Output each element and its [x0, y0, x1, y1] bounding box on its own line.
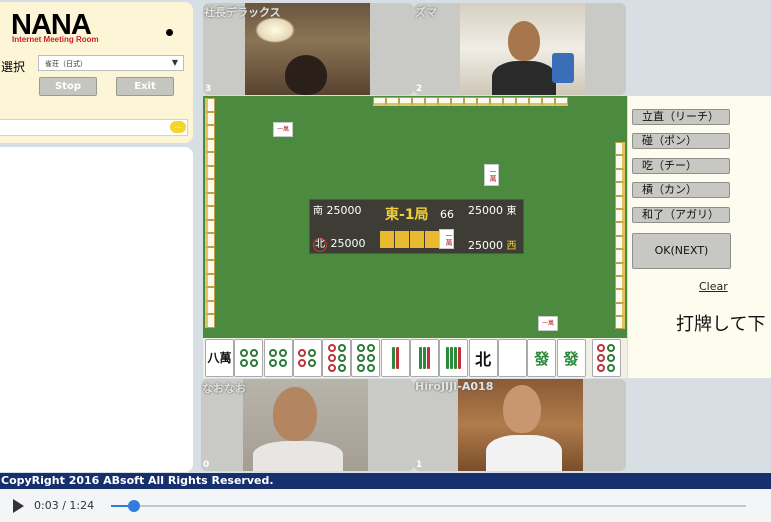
hand-tile[interactable]: 北	[468, 339, 498, 377]
wind-label: 西	[506, 241, 517, 252]
status-dot-icon	[166, 29, 173, 36]
wall-right	[615, 142, 625, 330]
seek-bar[interactable]	[111, 500, 746, 512]
kan-button[interactable]: 槓（カン）	[632, 182, 730, 198]
instruction-text: 打牌して下	[676, 314, 766, 335]
person-body	[253, 441, 343, 471]
seek-handle[interactable]	[127, 500, 140, 512]
dora-indicator: 一萬	[439, 229, 454, 249]
pon-button[interactable]: 碰（ポン）	[632, 133, 730, 149]
time-display: 0:03 / 1:24	[34, 499, 95, 512]
wall-top	[373, 97, 568, 106]
video-tile-player-3: 社長デラックス 3	[203, 3, 414, 95]
chi-button[interactable]: 吃（チー）	[632, 158, 730, 174]
control-panel: NANA Internet Meeting Room 選択 雀荘（日式） ▼ S…	[0, 2, 193, 143]
select-label: 選択	[1, 60, 26, 74]
video-tile-player-2: ズマ 2	[414, 3, 626, 95]
wind-label: 東	[506, 206, 517, 217]
score-value: 25000	[468, 239, 503, 252]
seat-number: 1	[416, 460, 423, 470]
room-select[interactable]: 雀荘（日式） ▼	[38, 55, 184, 71]
seat-number: 2	[416, 84, 423, 94]
hand-tile[interactable]	[263, 339, 293, 377]
video-feed	[243, 379, 368, 471]
agari-button[interactable]: 和了（アガリ）	[632, 207, 730, 223]
chat-input[interactable]	[0, 119, 188, 136]
room-select-value: 雀荘（日式）	[45, 60, 87, 68]
player-name: なおなお	[202, 382, 246, 395]
person-head	[285, 55, 327, 95]
copyright-bar: CopyRight 2016 ABsoft All Rights Reserve…	[0, 473, 771, 489]
person-body	[492, 61, 556, 95]
video-tile-player-1: HiroJIJI-A018 1	[414, 379, 626, 471]
score-value: 25000	[330, 237, 366, 250]
hand-tile[interactable]	[322, 339, 352, 377]
hand-tile[interactable]	[410, 339, 440, 377]
riichi-button[interactable]: 立直（リーチ）	[632, 109, 730, 125]
hand-tile[interactable]	[497, 339, 527, 377]
honba-count: 66	[440, 208, 454, 221]
score-value: 25000	[468, 204, 503, 217]
stop-button[interactable]: Stop	[39, 77, 97, 96]
chat-bubble-icon[interactable]: ...	[170, 121, 186, 133]
exit-button[interactable]: Exit	[116, 77, 174, 96]
person-head	[503, 385, 541, 433]
round-label: 東-1局	[385, 207, 429, 223]
hand-tile[interactable]: 發	[556, 339, 586, 377]
drawn-tile[interactable]	[591, 339, 621, 377]
person-head	[508, 21, 540, 61]
hand-tile[interactable]	[351, 339, 381, 377]
hand-tile[interactable]	[439, 339, 469, 377]
clear-link[interactable]: Clear	[699, 280, 728, 293]
hand-tile[interactable]: 發	[527, 339, 557, 377]
hand-tile[interactable]	[292, 339, 322, 377]
discard-tile: 一萬	[273, 122, 293, 137]
wind-label: 北	[313, 238, 327, 252]
ok-next-button[interactable]: OK(NEXT)	[632, 233, 731, 269]
wall-left	[205, 98, 215, 328]
hand-tile[interactable]	[380, 339, 410, 377]
chat-log[interactable]	[0, 147, 193, 472]
player-name: 社長デラックス	[204, 6, 281, 19]
discard-tile: 一萬	[538, 316, 558, 331]
video-player-controls: 0:03 / 1:24	[0, 489, 771, 522]
player-hand: 八萬 北 發 發	[205, 339, 621, 377]
app-logo-subtitle: Internet Meeting Room	[12, 35, 99, 44]
seat-number: 0	[203, 460, 210, 470]
player-name: ズマ	[415, 6, 437, 19]
player-name: HiroJIJI-A018	[415, 380, 494, 393]
video-feed	[460, 3, 585, 95]
action-panel: 立直（リーチ） 碰（ポン） 吃（チー） 槓（カン） 和了（アガリ） OK(NEX…	[628, 96, 771, 378]
video-tile-player-0: なおなお 0	[201, 379, 414, 471]
discard-tile: 一萬	[484, 164, 499, 186]
chevron-down-icon: ▼	[171, 58, 178, 67]
seat-number: 3	[205, 84, 212, 94]
lamp-shape	[255, 17, 295, 43]
play-icon[interactable]	[13, 499, 24, 513]
score-value: 25000	[326, 204, 362, 217]
score-panel: 南 25000 25000 東 北 25000 25000 西 東-1局 66 …	[309, 199, 524, 254]
person-head	[273, 387, 317, 441]
wind-label: 南	[313, 206, 323, 217]
bag-shape	[552, 53, 574, 83]
person-body	[486, 435, 562, 471]
hand-tile[interactable]	[234, 339, 264, 377]
hand-tile[interactable]: 八萬	[205, 339, 234, 377]
